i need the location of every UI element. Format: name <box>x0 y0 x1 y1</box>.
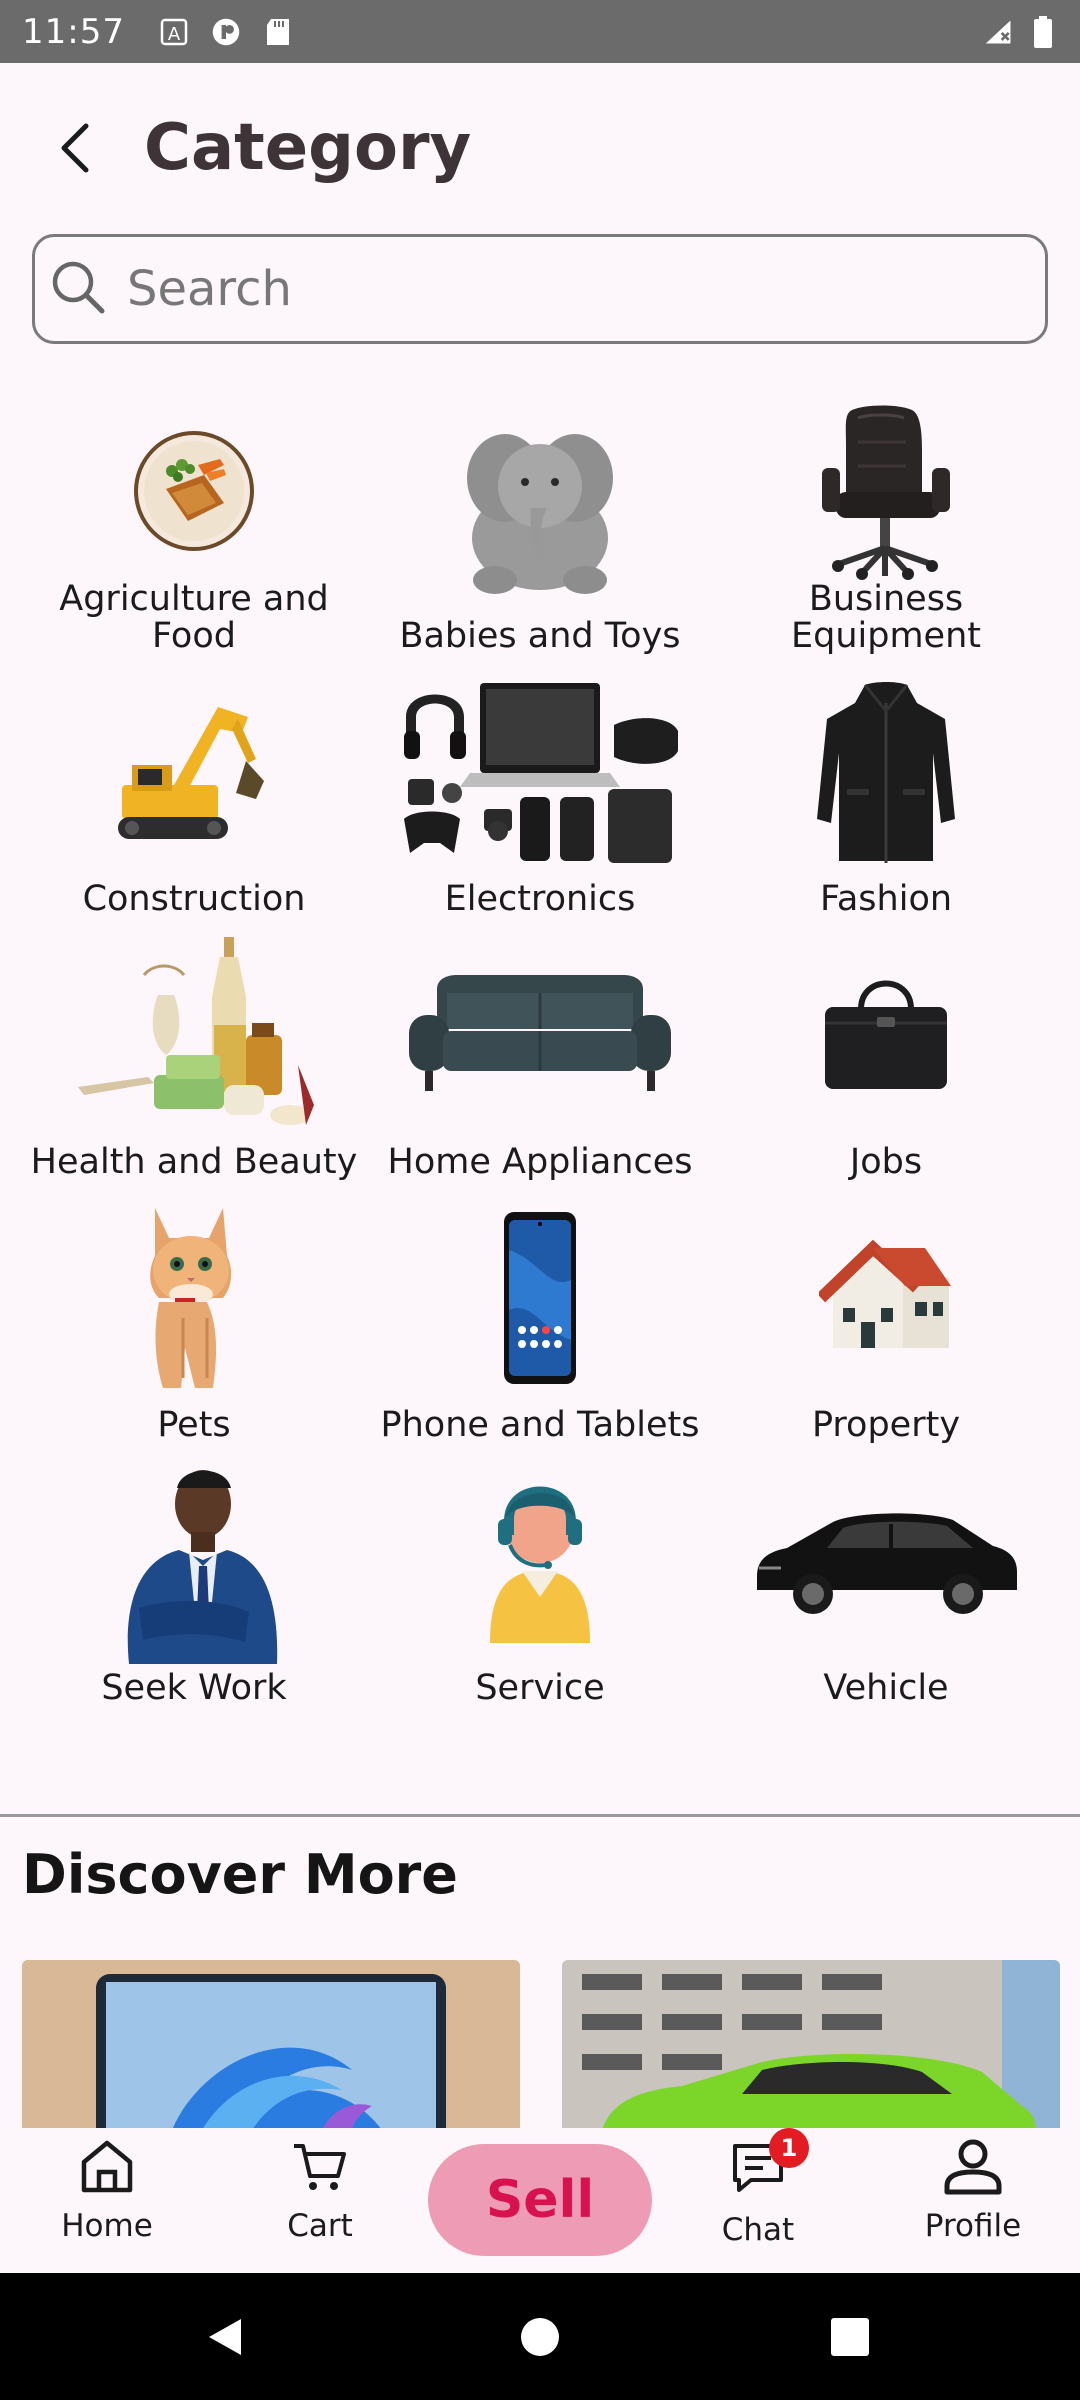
car-building-image <box>562 1960 1060 2130</box>
triangle-back-icon <box>209 2318 241 2355</box>
nav-chat[interactable]: 1 Chat <box>678 2128 838 2248</box>
signal-icon <box>984 17 1014 47</box>
system-home-button[interactable] <box>490 2273 590 2400</box>
sell-button[interactable]: Sell <box>428 2144 652 2256</box>
house-icon <box>819 1239 951 1348</box>
search-icon <box>49 258 107 320</box>
discover-more-title: Discover More <box>22 1843 458 1906</box>
category-business-equipment[interactable]: Business Equipment <box>713 400 1059 663</box>
category-label: Home Appliances <box>387 1142 693 1182</box>
nav-home[interactable]: Home <box>27 2138 187 2244</box>
nav-label: Chat <box>721 2212 795 2248</box>
status-bar: 11:57 A <box>0 0 1080 63</box>
svg-text:A: A <box>168 24 181 45</box>
category-label: Pets <box>157 1405 231 1445</box>
category-property[interactable]: Property <box>713 1189 1059 1452</box>
category-label: Jobs <box>849 1142 923 1182</box>
system-recents-button[interactable] <box>800 2273 900 2400</box>
profile-icon <box>944 2139 1002 2195</box>
category-jobs[interactable]: Jobs <box>713 926 1059 1189</box>
office-chair-icon <box>822 405 950 580</box>
home-icon <box>81 2140 133 2193</box>
category-vehicle[interactable]: Vehicle <box>713 1452 1059 1715</box>
agriculture-food-icon <box>134 430 254 551</box>
category-phone-and-tablets[interactable]: Phone and Tablets <box>367 1189 713 1452</box>
support-agent-icon <box>490 1486 590 1643</box>
search-input[interactable] <box>127 261 1007 317</box>
keyboard-a-icon: A <box>159 17 189 47</box>
category-agriculture-and-food[interactable]: Agriculture and Food <box>21 400 367 663</box>
system-back-button[interactable] <box>175 2273 275 2400</box>
electronics-icon <box>404 683 678 863</box>
square-recents-icon <box>831 2317 869 2356</box>
toy-elephant-icon <box>467 434 613 594</box>
beauty-products-icon <box>78 937 314 1125</box>
category-home-appliances[interactable]: Home Appliances <box>367 926 713 1189</box>
category-label: Service <box>475 1668 605 1708</box>
app-notification-icon <box>211 17 241 47</box>
status-time: 11:57 <box>22 11 125 52</box>
category-babies-and-toys[interactable]: Babies and Toys <box>367 400 713 663</box>
category-pets[interactable]: Pets <box>21 1189 367 1452</box>
category-label: Construction <box>82 879 306 919</box>
nav-cart[interactable]: Cart <box>240 2138 400 2244</box>
back-arrow-icon <box>61 123 89 173</box>
category-label: Babies and Toys <box>399 616 681 656</box>
category-label: Property <box>811 1405 961 1445</box>
category-service[interactable]: Service <box>367 1452 713 1715</box>
nav-label: Profile <box>924 2208 1022 2244</box>
header: Category <box>0 63 1080 233</box>
category-grid: Agriculture and Food Babies and Toys Bus… <box>0 400 1080 1715</box>
category-label: Phone and Tablets <box>380 1405 700 1445</box>
category-label: Health and Beauty <box>30 1142 358 1182</box>
category-label: Electronics <box>444 879 636 919</box>
cat-icon <box>150 1208 232 1388</box>
category-electronics[interactable]: Electronics <box>367 663 713 926</box>
nav-profile[interactable]: Profile <box>893 2138 1053 2244</box>
cart-icon <box>294 2144 346 2190</box>
bottom-navigation: Home Cart Sell 1 Chat Profile <box>0 2128 1080 2273</box>
category-health-and-beauty[interactable]: Health and Beauty <box>21 926 367 1189</box>
excavator-icon <box>118 707 264 839</box>
category-label: Seek Work <box>101 1668 287 1708</box>
discover-card-laptop[interactable] <box>22 1960 520 2130</box>
smartphone-icon <box>504 1212 576 1384</box>
category-seek-work[interactable]: Seek Work <box>21 1452 367 1715</box>
category-label: Vehicle <box>823 1668 949 1708</box>
laptop-image <box>22 1960 520 2130</box>
car-icon <box>757 1513 1017 1614</box>
nav-label: Cart <box>287 2208 353 2244</box>
category-label: Agriculture and Food <box>59 579 329 656</box>
page-title: Category <box>144 111 472 185</box>
sofa-icon <box>409 975 671 1091</box>
sd-card-icon <box>263 17 293 47</box>
search-box[interactable] <box>32 234 1048 344</box>
section-divider <box>0 1814 1080 1817</box>
category-construction[interactable]: Construction <box>21 663 367 926</box>
discover-card-car[interactable] <box>562 1960 1060 2130</box>
chat-badge: 1 <box>769 2128 809 2168</box>
battery-icon <box>1028 15 1058 48</box>
back-button[interactable] <box>36 108 116 188</box>
jacket-icon <box>817 682 955 863</box>
nav-label: Home <box>61 2208 153 2244</box>
circle-home-icon <box>521 2317 559 2356</box>
category-label: Business Equipment <box>791 579 981 656</box>
category-label: Fashion <box>819 879 953 919</box>
businessman-icon <box>127 1470 278 1664</box>
category-fashion[interactable]: Fashion <box>713 663 1059 926</box>
system-navigation-bar <box>0 2273 1080 2400</box>
briefcase-icon <box>825 980 947 1089</box>
